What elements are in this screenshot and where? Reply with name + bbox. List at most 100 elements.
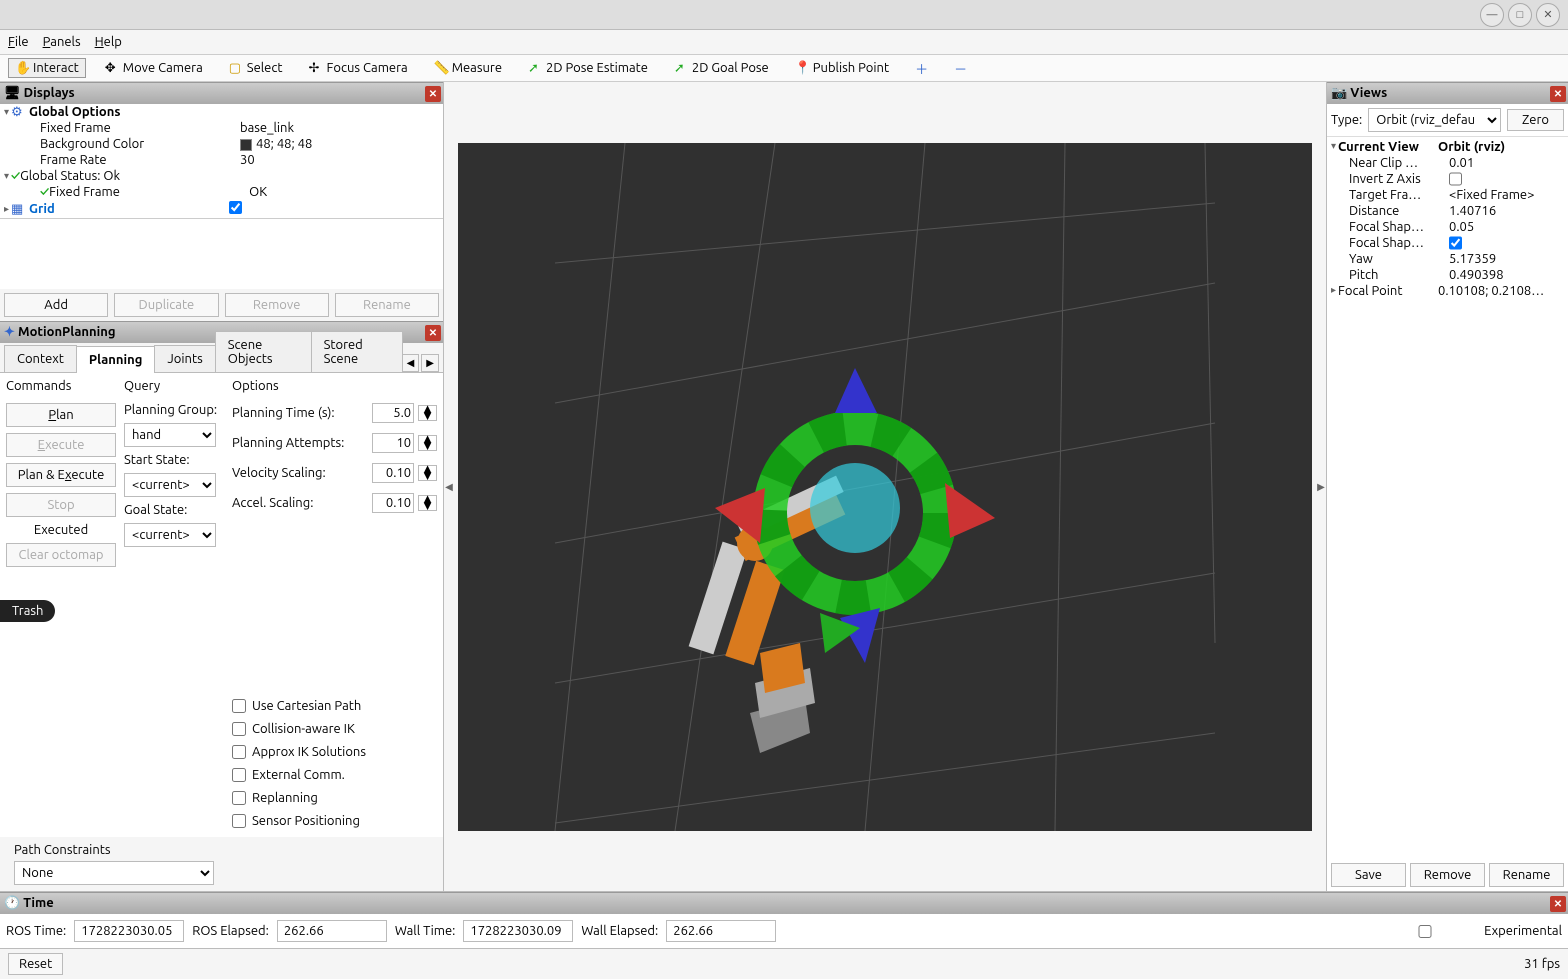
zero-button[interactable]: Zero [1507,109,1564,131]
tool-move-camera[interactable]: ✥Move Camera [98,58,210,78]
minimize-button[interactable]: — [1480,3,1504,27]
executed-label: Executed [6,523,116,537]
velocity-scaling-input[interactable] [372,463,414,483]
tab-joints[interactable]: Joints [154,345,215,372]
tool-select[interactable]: ▢Select [222,58,290,78]
tab-context[interactable]: Context [4,345,77,372]
duplicate-display-button[interactable]: Duplicate [114,293,218,317]
goal-state-select[interactable]: <current> [124,523,216,547]
menu-file[interactable]: File [8,35,29,49]
spinner-arrows[interactable]: ▲▼ [418,435,437,451]
3d-viewport[interactable] [458,143,1312,831]
view-type-select[interactable]: Orbit (rviz_defau [1368,108,1501,132]
tool-interact[interactable]: ✋Interact [8,58,86,78]
bg-color-value[interactable]: 48; 48; 48 [240,137,439,151]
approx-ik-checkbox[interactable] [232,745,246,759]
toolbar: ✋Interact ✥Move Camera ▢Select ✢Focus Ca… [0,54,1568,82]
clear-octomap-button[interactable]: Clear octomap [6,543,116,567]
plan-button[interactable]: Plan [6,403,116,427]
view-type-label: Type: [1331,113,1362,127]
move-icon: ✥ [105,61,119,75]
reset-button[interactable]: Reset [8,953,63,975]
clock-icon: 🕐 [4,896,20,910]
wall-time-label: Wall Time: [395,924,456,938]
caret-icon[interactable]: ▾ [4,106,9,118]
tool-minus[interactable]: － [947,56,974,81]
accel-scaling-input[interactable] [372,493,414,513]
fixed-frame-value[interactable]: base_link [240,121,439,135]
menu-help[interactable]: Help [95,35,122,49]
pin-icon: 📍 [795,61,809,75]
collision-ik-checkbox[interactable] [232,722,246,736]
path-constraints-label: Path Constraints [14,843,429,857]
wall-elapsed-label: Wall Elapsed: [581,924,658,938]
start-state-select[interactable]: <current> [124,473,216,497]
use-cartesian-checkbox[interactable] [232,699,246,713]
stop-button[interactable]: Stop [6,493,116,517]
monitor-icon: 🖥 [4,86,21,100]
ros-time-label: ROS Time: [6,924,66,938]
maximize-button[interactable]: □ [1508,3,1532,27]
tool-measure[interactable]: 📏Measure [427,58,509,78]
start-state-label: Start State: [124,453,224,467]
close-displays-icon[interactable]: ✕ [425,86,441,102]
planning-group-select[interactable]: hand [124,423,216,447]
focus-icon: ✢ [309,61,323,75]
focal-shape-checkbox[interactable] [1449,236,1462,250]
trash-pill[interactable]: Trash [0,600,55,622]
tab-scroll-right[interactable]: ▶ [421,354,439,372]
tool-2d-pose-estimate[interactable]: ➚2D Pose Estimate [521,58,655,78]
close-button[interactable]: ✕ [1536,3,1560,27]
gear-icon: ⚙ [11,105,25,119]
goal-state-label: Goal State: [124,503,224,517]
planning-attempts-input[interactable] [372,433,414,453]
ros-time-input[interactable] [74,920,184,942]
remove-view-button[interactable]: Remove [1410,863,1485,887]
close-motion-icon[interactable]: ✕ [425,325,441,341]
caret-icon[interactable]: ▸ [4,203,9,215]
experimental-checkbox[interactable] [1370,925,1480,938]
path-constraints-select[interactable]: None [14,861,214,885]
tool-focus-camera[interactable]: ✢Focus Camera [302,58,415,78]
camera-icon: 📷 [1331,86,1347,100]
wall-time-input[interactable] [463,920,573,942]
splitter-right[interactable]: ▶ [1316,481,1326,493]
save-view-button[interactable]: Save [1331,863,1406,887]
views-panel-header: 📷 Views ✕ [1327,82,1568,104]
menu-panels[interactable]: Panels [43,35,81,49]
spinner-arrows[interactable]: ▲▼ [418,465,437,481]
menubar: File Panels Help [0,30,1568,54]
external-comm-checkbox[interactable] [232,768,246,782]
replanning-checkbox[interactable] [232,791,246,805]
tab-scroll-left[interactable]: ◀ [402,354,420,372]
display-grid[interactable]: Grid [29,202,229,216]
rename-display-button[interactable]: Rename [335,293,439,317]
grid-enable-checkbox[interactable] [229,201,242,214]
displays-tree[interactable]: ▾⚙Global Options Fixed Framebase_link Ba… [0,104,443,219]
invert-z-checkbox[interactable] [1449,172,1462,186]
tab-planning[interactable]: Planning [76,346,155,373]
caret-icon[interactable]: ▾ [4,170,9,182]
tool-publish-point[interactable]: 📍Publish Point [788,58,896,78]
add-display-button[interactable]: Add [4,293,108,317]
tool-2d-goal-pose[interactable]: ➚2D Goal Pose [667,58,776,78]
spinner-arrows[interactable]: ▲▼ [418,405,437,421]
sensor-positioning-checkbox[interactable] [232,814,246,828]
ros-elapsed-input[interactable] [277,920,387,942]
plan-execute-button[interactable]: Plan & Execute [6,463,116,487]
arrow-green-icon: ➚ [528,61,542,75]
splitter-left[interactable]: ◀ [444,481,454,493]
frame-rate-value[interactable]: 30 [240,153,439,167]
close-time-icon[interactable]: ✕ [1550,896,1566,912]
tool-plus[interactable]: ＋ [908,56,935,81]
remove-display-button[interactable]: Remove [225,293,329,317]
tab-stored-scene[interactable]: Stored Scene [311,331,403,372]
planning-time-input[interactable] [372,403,414,423]
tab-scene-objects[interactable]: Scene Objects [215,331,312,372]
rename-view-button[interactable]: Rename [1489,863,1564,887]
close-views-icon[interactable]: ✕ [1550,86,1566,102]
spinner-arrows[interactable]: ▲▼ [418,495,437,511]
execute-button[interactable]: Execute [6,433,116,457]
views-tree[interactable]: ▾Current ViewOrbit (rviz) Near Clip …0.0… [1327,137,1568,859]
wall-elapsed-input[interactable] [666,920,776,942]
